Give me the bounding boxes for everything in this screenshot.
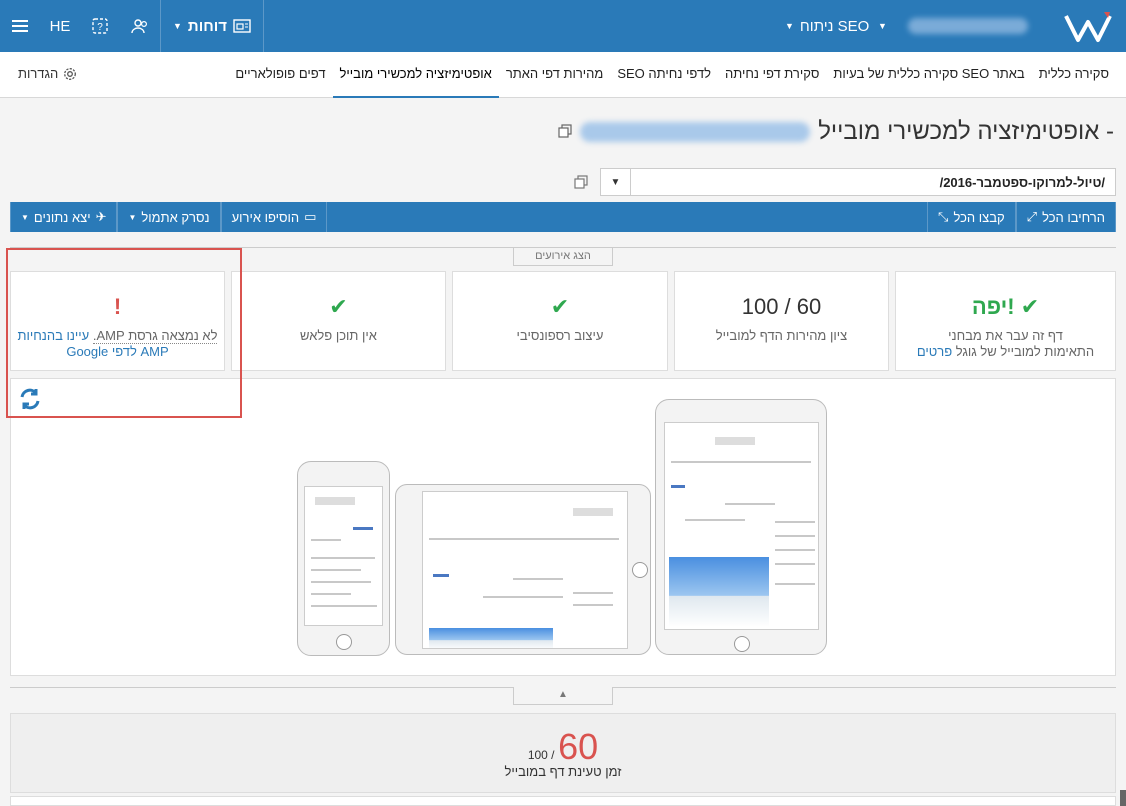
check-icon: ✔ (550, 294, 570, 319)
svg-text:?: ? (97, 22, 103, 33)
expand-all-button[interactable]: ⤢ הרחיבו הכל (1015, 202, 1116, 232)
export-button[interactable]: ▼ יצא נתונים ✈ (10, 202, 118, 232)
verdict-description: דף זה עבר את מבחני התאימות למובייל של גו… (896, 328, 1115, 360)
scan-template-label: נסרק אתמול (141, 209, 210, 225)
score-line: 100 / 60 (11, 726, 1115, 768)
scan-template-dropdown[interactable]: ▼ נסרק אתמול (117, 202, 221, 232)
tab-popular-pages[interactable]: דפים פופולאריים (228, 52, 332, 98)
collapse-toggle[interactable]: ▲ (513, 687, 613, 705)
score-label: זמן טעינת דף במובייל (504, 764, 622, 779)
reports-dropdown[interactable]: ▼ דוחות (161, 0, 263, 52)
tab-overview[interactable]: סקירה כללית (1032, 52, 1116, 98)
phone-preview (297, 461, 390, 656)
settings-link[interactable]: הגדרות (18, 66, 77, 81)
responsive-label: עיצוב רספונסיבי (516, 328, 604, 343)
reports-label: דוחות (187, 17, 227, 35)
compress-icon: ⤡ (938, 209, 949, 224)
verdict-text: יפה! (971, 294, 1015, 319)
expand-all-label: הרחיבו הכל (1042, 209, 1105, 225)
tab-seo-issues-overview[interactable]: סקירה כללית של בעיות SEO באתר (826, 52, 1031, 98)
tab-landing-pages-overview[interactable]: סקירת דפי נחיתה (718, 52, 826, 98)
score-value: 60 (558, 726, 599, 767)
site-dropdown-caret[interactable]: ▼ (878, 0, 887, 52)
top-bar: HE ? ▼ דוחות ▼ ניתוח SEO ▼ (0, 0, 1126, 52)
top-left-group: HE ? ▼ דוחות (0, 0, 264, 52)
verdict-title: יפה! ✔ (896, 294, 1115, 319)
mobile-load-score-panel: 100 / 60 זמן טעינת דף במובייל (10, 713, 1116, 793)
help-icon[interactable]: ? (80, 0, 120, 52)
mobile-friendly-card: יפה! ✔ דף זה עבר את מבחני התאימות למוביי… (895, 271, 1116, 371)
reports-icon (233, 19, 251, 33)
details-link[interactable]: פרטים (917, 344, 952, 359)
tabs-list: סקירה כללית סקירה כללית של בעיות SEO באת… (228, 52, 1116, 98)
copy-icon[interactable] (558, 123, 572, 141)
page-title-row: אופטימיזציה למכשירי מובייל - (558, 118, 1114, 146)
note-icon: ▭ (304, 209, 317, 224)
language-switch[interactable]: HE (40, 0, 80, 52)
url-select-value: /טיול-למרוקו-ספטמבר-2016/ (939, 174, 1105, 190)
tablet-landscape-screen (422, 491, 628, 649)
highlight-annotation (6, 248, 242, 418)
no-flash-card: ✔ אין תוכן פלאש (231, 271, 446, 371)
tab-page-speed[interactable]: מהירות דפי האתר (499, 52, 611, 98)
tablet-portrait-preview (655, 399, 827, 655)
settings-label: הגדרות (18, 66, 59, 81)
tab-landing-pages-seo[interactable]: SEO לדפי נחיתה (610, 52, 718, 98)
chevron-down-icon[interactable]: ▼ (601, 169, 631, 195)
tablet-landscape-preview (395, 484, 651, 655)
divider (262, 0, 264, 52)
tabs-bar: סקירה כללית סקירה כללית של בעיות SEO באת… (0, 52, 1126, 98)
responsive-card: ✔ עיצוב רספונסיבי (452, 271, 668, 371)
score-out-of: 100 / (527, 748, 555, 762)
collapse-all-button[interactable]: ⤡ קבצו הכל (927, 202, 1016, 232)
home-button (632, 562, 648, 578)
phone-screen (304, 486, 383, 626)
action-bar-right: ⤢ הרחיבו הכל ⤡ קבצו הכל (927, 202, 1116, 232)
w-logo-icon[interactable] (1064, 10, 1112, 44)
no-flash-label: אין תוכן פלאש (300, 328, 377, 343)
expand-icon: ⤢ (1026, 209, 1038, 224)
gear-icon (64, 67, 77, 80)
caret-down-icon: ▼ (128, 212, 137, 222)
site-url-blurred (580, 122, 811, 142)
home-button (336, 634, 352, 650)
add-event-label: הוסיפו אירוע (231, 209, 300, 225)
action-bar-left: ▼ יצא נתונים ✈ ▼ נסרק אתמול הוסיפו אירוע… (10, 202, 328, 232)
export-label: יצא נתונים (33, 209, 91, 225)
speed-score-card: 100 / 60 ציון מהירות הדף למובייל (674, 271, 889, 371)
verdict-desc-line-2-text: התאימות למובייל של גוגל (955, 344, 1095, 359)
check-icon: ✔ (329, 294, 348, 319)
send-icon: ✈ (95, 209, 107, 224)
verdict-desc-line-1: דף זה עבר את מבחני (948, 328, 1063, 343)
users-icon[interactable] (120, 0, 160, 52)
show-events-tab[interactable]: הצג אירועים (513, 248, 613, 266)
site-name-blurred[interactable] (908, 18, 1028, 34)
check-icon: ✔ (1020, 294, 1040, 319)
caret-down-icon: ▼ (785, 21, 794, 31)
copy-url-icon[interactable] (574, 175, 588, 192)
page-title: אופטימיזציה למכשירי מובייל - (818, 118, 1114, 145)
menu-icon[interactable] (0, 0, 40, 52)
caret-down-icon: ▼ (21, 212, 29, 222)
action-bar: ⤢ הרחיבו הכל ⤡ קבצו הכל ▼ יצא נתונים ✈ ▼… (10, 202, 1116, 232)
speed-score-label: ציון מהירות הדף למובייל (715, 328, 848, 343)
tablet-portrait-screen (664, 422, 819, 630)
url-select[interactable]: /טיול-למרוקו-ספטמבר-2016/ ▼ (600, 168, 1116, 196)
seo-analysis-dropdown[interactable]: ▼ ניתוח SEO (785, 0, 869, 52)
collapse-all-label: קבצו הכל (953, 209, 1005, 225)
speed-score-value: 100 / 60 (741, 294, 822, 319)
tab-mobile-optimization[interactable]: אופטימיזציה למכשירי מובייל (332, 52, 499, 98)
add-event-button[interactable]: הוסיפו אירוע ▭ (220, 202, 328, 232)
home-button (734, 636, 750, 652)
next-panel (10, 796, 1116, 806)
seo-analysis-label: ניתוח SEO (799, 17, 870, 35)
caret-down-icon: ▼ (173, 21, 182, 31)
verdict-desc-line-2: התאימות למובייל של גוגל פרטים (896, 344, 1115, 360)
scrollbar-thumb[interactable] (1120, 790, 1126, 806)
